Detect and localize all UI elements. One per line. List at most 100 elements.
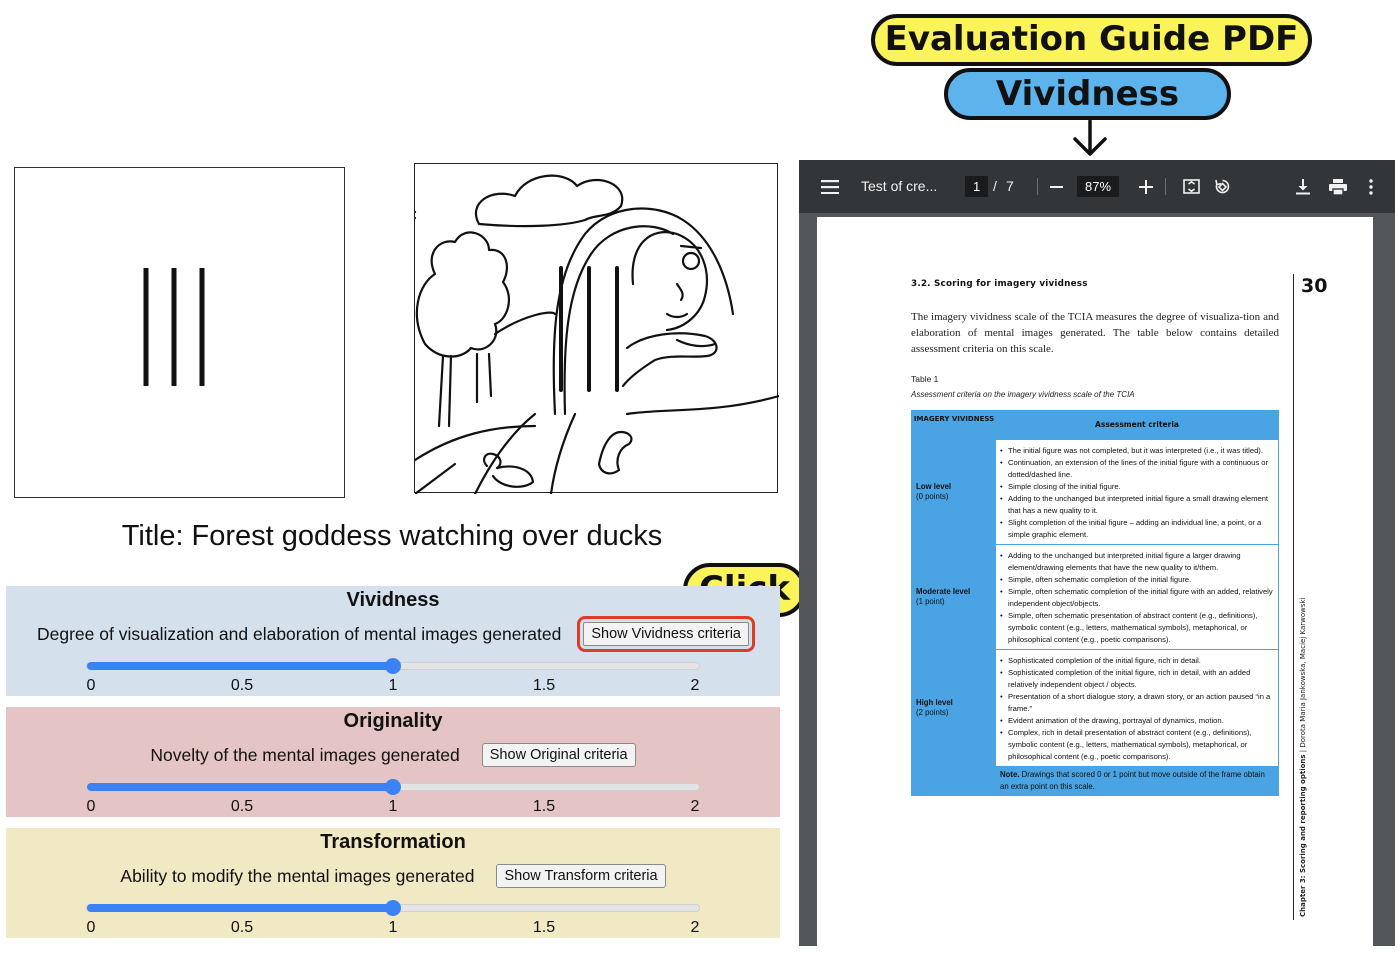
document-title: Test of cre... bbox=[861, 178, 938, 194]
panel-title: Originality bbox=[343, 710, 443, 732]
slider-fill bbox=[87, 662, 393, 670]
level-points: (0 points) bbox=[916, 492, 949, 501]
tick-label: 1 bbox=[388, 798, 398, 815]
table-row-low: Low level(0 points) The initial figure w… bbox=[912, 439, 1278, 544]
criterion-item: Adding to the unchanged but interpreted … bbox=[1000, 550, 1274, 574]
criterion-item: The initial figure was not completed, bu… bbox=[1000, 445, 1274, 457]
vividness-slider[interactable] bbox=[86, 658, 700, 674]
fit-page-icon[interactable] bbox=[1183, 160, 1200, 213]
panel-description: Ability to modify the mental images gene… bbox=[120, 865, 475, 886]
criterion-item: Sophisticated completion of the initial … bbox=[1000, 655, 1274, 667]
criterion-item: Slight completion of the initial figure … bbox=[1000, 517, 1274, 541]
tick-label: 0 bbox=[86, 677, 96, 694]
vividness-panel: Vividness Degree of visualization and el… bbox=[6, 586, 780, 696]
note-label: Note. bbox=[1000, 770, 1020, 779]
vividness-callout: Vividness bbox=[944, 68, 1231, 120]
chapter-sidebar: Chapter 3: Scoring and reporting options… bbox=[1299, 597, 1307, 917]
header-assessment-criteria: Assessment criteria bbox=[1095, 420, 1179, 429]
zoom-in-icon[interactable] bbox=[1139, 160, 1153, 213]
note-text: Drawings that scored 0 or 1 point but mo… bbox=[1000, 770, 1265, 791]
tick-label: 0.5 bbox=[230, 798, 254, 815]
page-total: 7 bbox=[1006, 178, 1014, 194]
tick-label: 0 bbox=[86, 798, 96, 815]
panel-title: Vividness bbox=[346, 589, 440, 611]
initial-figure bbox=[14, 167, 345, 498]
zoom-level[interactable]: 87% bbox=[1077, 176, 1120, 197]
pdf-toolbar: Test of cre... 1 / 7 87% bbox=[799, 160, 1395, 213]
show-vividness-criteria-button[interactable]: Show Vividness criteria bbox=[577, 616, 755, 652]
tick-label: 2 bbox=[690, 919, 700, 936]
page-divider bbox=[1293, 274, 1294, 920]
page-separator: / bbox=[993, 178, 997, 194]
transformation-slider[interactable] bbox=[86, 900, 700, 916]
originality-panel: Originality Novelty of the mental images… bbox=[6, 707, 780, 817]
table-caption: Assessment criteria on the imagery vivid… bbox=[911, 390, 1135, 399]
zoom-out-icon[interactable] bbox=[1050, 160, 1063, 213]
participant-drawing bbox=[345, 163, 781, 496]
transformation-panel: Transformation Ability to modify the men… bbox=[6, 828, 780, 938]
slider-thumb[interactable] bbox=[385, 658, 401, 674]
menu-icon[interactable] bbox=[821, 160, 839, 213]
download-icon[interactable] bbox=[1296, 160, 1310, 213]
tick-label: 1.5 bbox=[532, 919, 556, 936]
criterion-item: Simple, often schematic completion of th… bbox=[1000, 586, 1274, 610]
table-label: Table 1 bbox=[911, 374, 939, 384]
drawing-title: Title: Forest goddess watching over duck… bbox=[121, 520, 663, 552]
panel-description: Novelty of the mental images generated bbox=[150, 744, 460, 765]
show-original-criteria-button[interactable]: Show Original criteria bbox=[481, 743, 636, 767]
level-name: Low level bbox=[916, 482, 952, 491]
tick-label: 1 bbox=[388, 677, 398, 694]
tick-label: 2 bbox=[690, 798, 700, 815]
tick-label: 2 bbox=[690, 677, 700, 694]
criterion-item: Simple, often schematic completion of th… bbox=[1000, 574, 1274, 586]
tick-label: 1.5 bbox=[532, 798, 556, 815]
page-number-input[interactable]: 1 bbox=[965, 176, 989, 197]
tick-label: 0.5 bbox=[230, 677, 254, 694]
criterion-item: Complex, rich in detail presentation of … bbox=[1000, 727, 1274, 763]
table-row-high: High level(2 points) Sophisticated compl… bbox=[912, 649, 1278, 766]
criteria-table: IMAGERY VIVIDNESS Assessment criteria Lo… bbox=[911, 410, 1279, 796]
show-transform-criteria-button[interactable]: Show Transform criteria bbox=[496, 864, 666, 888]
down-arrow-icon bbox=[1073, 119, 1107, 156]
table-row-moderate: Moderate level(1 point) Adding to the un… bbox=[912, 544, 1278, 649]
slider-fill bbox=[87, 783, 393, 791]
originality-slider[interactable] bbox=[86, 779, 700, 795]
rotate-icon[interactable] bbox=[1214, 160, 1231, 213]
header-imagery-vividness: IMAGERY VIVIDNESS bbox=[913, 415, 995, 423]
panel-title: Transformation bbox=[320, 831, 466, 853]
criterion-item: Simple closing of the initial figure. bbox=[1000, 481, 1274, 493]
slider-thumb[interactable] bbox=[385, 900, 401, 916]
level-points: (1 point) bbox=[916, 597, 945, 606]
level-name: High level bbox=[916, 698, 953, 707]
criterion-item: Continuation, an extension of the lines … bbox=[1000, 457, 1274, 481]
table-note: Note. Drawings that scored 0 or 1 point … bbox=[912, 766, 1278, 795]
more-icon[interactable] bbox=[1369, 160, 1373, 213]
three-lines-figure bbox=[143, 268, 205, 386]
criterion-item: Adding to the unchanged but interpreted … bbox=[1000, 493, 1274, 517]
tick-label: 1.5 bbox=[532, 677, 556, 694]
toolbar-divider bbox=[1037, 178, 1038, 195]
toolbar-divider bbox=[1165, 178, 1166, 195]
slider-thumb[interactable] bbox=[385, 779, 401, 795]
criterion-item: Sophisticated completion of the initial … bbox=[1000, 667, 1274, 691]
pdf-viewer: Test of cre... 1 / 7 87% 3.2. Scoring fo… bbox=[799, 160, 1395, 946]
forest-goddess-drawing bbox=[345, 174, 781, 496]
tick-label: 0 bbox=[86, 919, 96, 936]
level-name: Moderate level bbox=[916, 587, 971, 596]
page-number: 30 bbox=[1301, 275, 1328, 297]
criterion-item: Presentation of a short dialogue story, … bbox=[1000, 691, 1274, 715]
slider-fill bbox=[87, 904, 393, 912]
section-heading: 3.2. Scoring for imagery vividness bbox=[911, 279, 1088, 289]
level-points: (2 points) bbox=[916, 708, 949, 717]
chapter-authors: | Dorota Maria Jankowska, Maciej Karwows… bbox=[1299, 597, 1307, 755]
print-icon[interactable] bbox=[1329, 160, 1347, 213]
criterion-item: Evident animation of the drawing, portra… bbox=[1000, 715, 1274, 727]
intro-paragraph: The imagery vividness scale of the TCIA … bbox=[911, 311, 1279, 355]
criterion-item: Simple, often schematic presentation of … bbox=[1000, 610, 1274, 646]
tick-label: 0.5 bbox=[230, 919, 254, 936]
table-header: IMAGERY VIVIDNESS Assessment criteria bbox=[912, 411, 1278, 439]
chapter-title: Chapter 3: Scoring and reporting options bbox=[1299, 754, 1307, 917]
evaluation-guide-callout: Evaluation Guide PDF bbox=[871, 14, 1312, 66]
tick-label: 1 bbox=[388, 919, 398, 936]
panel-description: Degree of visualization and elaboration … bbox=[37, 623, 562, 644]
